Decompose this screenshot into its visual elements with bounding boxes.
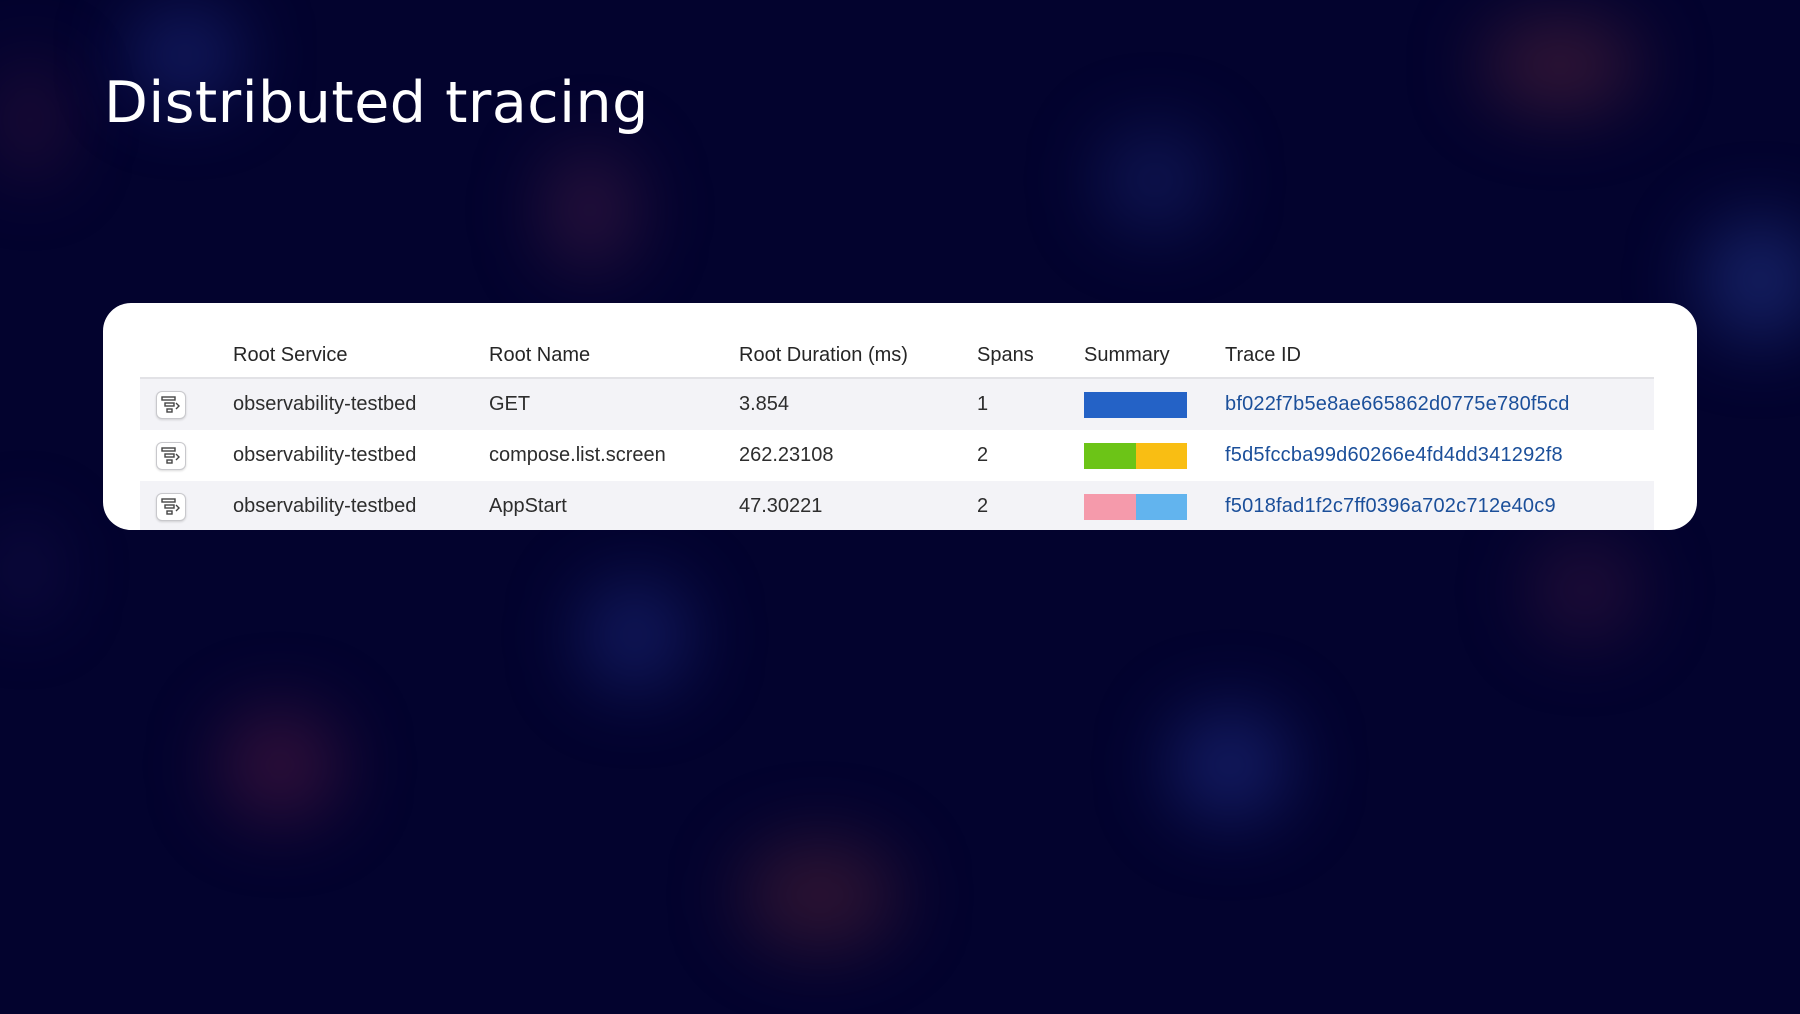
background-glow (1170, 710, 1290, 820)
summary-cell (1084, 378, 1225, 430)
root-duration-cell: 3.854 (739, 378, 977, 430)
trace-id-link[interactable]: bf022f7b5e8ae665862d0775e780f5cd (1225, 393, 1570, 415)
trace-id-cell: f5d5fccba99d60266e4fd4dd341292f8 (1225, 430, 1654, 481)
background-glow (1100, 130, 1210, 230)
summary-segment (1084, 391, 1187, 418)
trace-id-link[interactable]: f5d5fccba99d60266e4fd4dd341292f8 (1225, 444, 1563, 466)
table-header-row: Root Service Root Name Root Duration (ms… (140, 333, 1654, 379)
summary-segment (1084, 493, 1136, 520)
summary-cell (1084, 430, 1225, 481)
root-name-cell: compose.list.screen (489, 444, 666, 466)
summary-segment (1135, 442, 1187, 469)
background-glow (1530, 540, 1640, 640)
background-glow (1700, 220, 1800, 340)
trace-view-icon[interactable] (156, 441, 186, 470)
background-glow (220, 710, 340, 820)
root-service-cell: observability-testbed (233, 481, 489, 530)
column-header-root-name[interactable]: Root Name (489, 333, 739, 379)
row-icon-cell (140, 481, 233, 530)
background-glow (0, 60, 60, 180)
traces-panel: Root Service Root Name Root Duration (ms… (103, 303, 1697, 530)
root-name-cell: AppStart (489, 481, 739, 530)
trace-view-icon[interactable] (156, 390, 186, 419)
column-header-root-service[interactable]: Root Service (233, 333, 489, 379)
background-glow (545, 150, 635, 270)
spans-cell: 2 (977, 481, 1084, 530)
root-service-cell: observability-testbed (233, 444, 417, 466)
background-glow (1480, 20, 1640, 110)
column-header-spans[interactable]: Spans (977, 333, 1084, 379)
trace-id-cell: f5018fad1f2c7ff0396a702c712e40c9 (1225, 481, 1654, 530)
table-row[interactable]: observability-testbed compose.list.scree… (140, 430, 1654, 481)
span-summary-bar (1084, 493, 1187, 520)
column-header-trace-id[interactable]: Trace ID (1225, 333, 1654, 379)
trace-view-icon[interactable] (156, 492, 186, 521)
slide-title: Distributed tracing (104, 70, 649, 136)
background-glow (0, 520, 50, 620)
span-summary-bar (1084, 391, 1187, 418)
traces-table: Root Service Root Name Root Duration (ms… (140, 333, 1654, 530)
span-summary-bar (1084, 442, 1187, 469)
column-header-icon (140, 333, 233, 379)
trace-id-link[interactable]: f5018fad1f2c7ff0396a702c712e40c9 (1225, 495, 1556, 517)
row-icon-cell (140, 378, 233, 430)
column-header-root-duration[interactable]: Root Duration (ms) (739, 333, 977, 379)
column-header-summary[interactable]: Summary (1084, 333, 1225, 379)
row-icon-cell (140, 430, 233, 481)
root-service-cell: observability-testbed (233, 378, 489, 430)
spans-cell: 1 (977, 378, 1084, 430)
root-name-cell: GET (489, 378, 739, 430)
table-row[interactable]: observability-testbed AppStart 47.30221 … (140, 481, 1654, 530)
background-glow (580, 580, 690, 690)
trace-id-cell: bf022f7b5e8ae665862d0775e780f5cd (1225, 378, 1654, 430)
table-row[interactable]: observability-testbed GET 3.854 1 bf022f… (140, 378, 1654, 430)
background-glow (740, 840, 900, 950)
root-duration-cell: 262.23108 (739, 444, 834, 466)
summary-segment (1084, 442, 1136, 469)
summary-cell (1084, 481, 1225, 530)
summary-segment (1135, 493, 1187, 520)
spans-cell: 2 (977, 444, 989, 466)
root-duration-cell: 47.30221 (739, 481, 977, 530)
